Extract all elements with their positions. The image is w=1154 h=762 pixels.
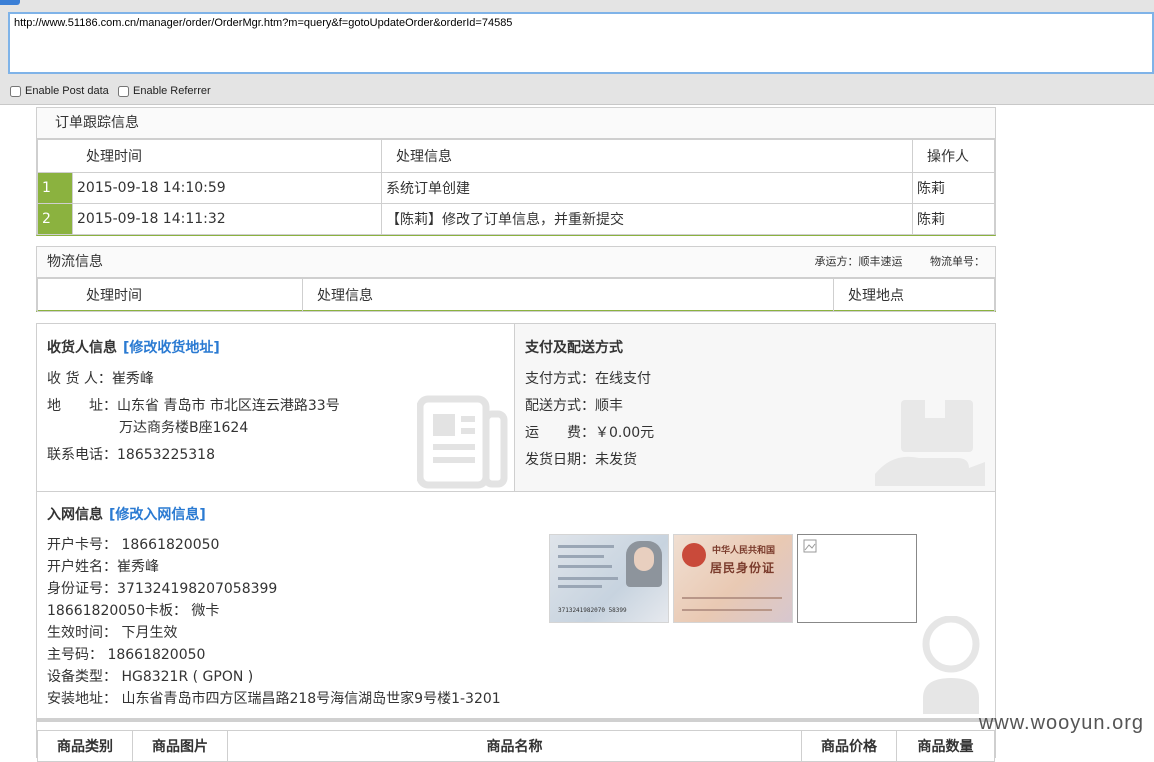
id-card-number: 3713241982070 58399 — [558, 607, 627, 614]
receiver-address-1: 山东省 青岛市 市北区连云港路33号 — [117, 398, 340, 414]
receiver-phone-label: 联系电话： — [47, 447, 117, 463]
logistics-carrier: 承运方：顺丰速运 — [814, 255, 903, 268]
enable-post-checkbox[interactable] — [10, 85, 21, 97]
edit-address-link[interactable]: [修改收货地址] — [123, 340, 220, 356]
goods-header-quantity: 商品数量 — [896, 730, 995, 762]
logistics-meta: 承运方：顺丰速运 物流单号： — [791, 247, 986, 277]
tracking-header-row: 处理时间 处理信息 操作人 — [36, 139, 995, 173]
url-input[interactable]: http://www.51186.com.cn/manager/order/Or… — [8, 12, 1154, 74]
tracking-table: 处理时间 处理信息 操作人 1 2015-09-18 14:10:59 系统订单… — [36, 139, 995, 235]
tracking-header-time: 处理时间 — [36, 139, 383, 173]
row-operator: 陈莉 — [912, 172, 995, 204]
logistics-header-place: 处理地点 — [833, 278, 995, 312]
broken-image-icon — [803, 539, 817, 553]
id-card-front-image[interactable]: 3713241982070 58399 — [549, 534, 669, 623]
network-line-device: 设备类型： HG8321R ( GPON ) — [47, 669, 254, 685]
browser-toolbar: http://www.51186.com.cn/manager/order/Or… — [0, 0, 1154, 105]
network-line-card: 开户卡号： 18661820050 — [47, 537, 220, 553]
payment-block: 支付及配送方式 支付方式：在线支付 配送方式：顺丰 运 费：￥0.00元 发货日… — [515, 324, 995, 491]
network-line-main-number: 主号码： 18661820050 — [47, 647, 206, 663]
goods-header-row: 商品类别 商品图片 商品名称 商品价格 商品数量 — [37, 730, 995, 762]
logistics-header-info: 处理信息 — [302, 278, 834, 312]
table-row: 1 2015-09-18 14:10:59 系统订单创建 陈莉 — [37, 172, 995, 204]
tracking-header-operator: 操作人 — [912, 139, 995, 173]
receiver-address-label: 地 址： — [47, 398, 117, 414]
receiver-payment-section: 收货人信息 [修改收货地址] 收 货 人：崔秀峰 地 址：山东省 青岛市 市北区连… — [36, 323, 996, 492]
goods-table: 商品类别 商品图片 商品名称 商品价格 商品数量 — [37, 730, 995, 762]
wooyun-watermark: www.wooyun.org — [978, 712, 1144, 734]
row-info: 【陈莉】修改了订单信息，并重新提交 — [381, 203, 914, 235]
receiver-address-2: 万达商务楼B座1624 — [119, 420, 249, 436]
person-watermark-icon — [922, 616, 980, 714]
edit-network-link[interactable]: [修改入网信息] — [109, 507, 206, 523]
tracking-header-info: 处理信息 — [381, 139, 914, 173]
network-title: 入网信息 — [47, 507, 103, 523]
logistics-title-bar: 物流信息 承运方：顺丰速运 物流单号： — [37, 247, 995, 278]
network-line-address: 安装地址： 山东省青岛市四方区瑞昌路218号海信湖岛世家9号楼1-3201 — [47, 691, 501, 707]
logistics-header-row: 处理时间 处理信息 处理地点 — [37, 278, 995, 312]
document-watermark-icon — [417, 395, 508, 489]
receiver-address-line: 地 址：山东省 青岛市 市北区连云港路33号 — [47, 395, 340, 415]
goods-header-image: 商品图片 — [132, 730, 228, 762]
network-line-cardboard: 18661820050卡板： 微卡 — [47, 603, 220, 619]
receiver-phone-line: 联系电话：18653225318 — [47, 444, 215, 464]
payment-method: 在线支付 — [595, 371, 651, 387]
network-line-effective: 生效时间： 下月生效 — [47, 625, 178, 641]
shipping-fee-line: 运 费：￥0.00元 — [525, 422, 654, 442]
row-number: 1 — [37, 172, 73, 204]
logistics-table: 处理时间 处理信息 处理地点 — [37, 278, 995, 312]
goods-header-name: 商品名称 — [227, 730, 802, 762]
national-emblem-icon — [682, 543, 706, 567]
network-heading: 入网信息 [修改入网信息] — [47, 504, 206, 524]
receiver-name-line: 收 货 人：崔秀峰 — [47, 368, 154, 388]
shipping-fee: ￥0.00元 — [595, 425, 655, 441]
row-number: 2 — [37, 203, 73, 235]
row-time: 2015-09-18 14:11:32 — [71, 203, 383, 235]
toolbar-corner-icon — [0, 0, 20, 5]
broken-image-placeholder[interactable] — [797, 534, 917, 623]
network-line-name: 开户姓名：崔秀峰 — [47, 559, 159, 575]
shipping-method-line: 配送方式：顺丰 — [525, 395, 623, 415]
tracking-panel: 订单跟踪信息 处理时间 处理信息 操作人 1 2015-09-18 14:10:… — [36, 107, 996, 236]
payment-method-line: 支付方式：在线支付 — [525, 368, 651, 388]
ship-date-line: 发货日期：未发货 — [525, 449, 637, 469]
enable-referrer-label: Enable Referrer — [133, 85, 211, 97]
goods-header-price: 商品价格 — [801, 730, 897, 762]
network-line-id: 身份证号：371324198207058399 — [47, 581, 278, 597]
shipping-fee-label: 运 费： — [525, 425, 595, 441]
enable-referrer-option[interactable]: Enable Referrer — [118, 85, 211, 97]
shipping-method: 顺丰 — [595, 398, 623, 414]
receiver-name: 崔秀峰 — [111, 371, 154, 387]
row-info: 系统订单创建 — [381, 172, 914, 204]
payment-method-label: 支付方式： — [525, 371, 595, 387]
receiver-heading: 收货人信息 [修改收货地址] — [47, 337, 220, 357]
goods-header-category: 商品类别 — [37, 730, 133, 762]
receiver-block: 收货人信息 [修改收货地址] 收 货 人：崔秀峰 地 址：山东省 青岛市 市北区连… — [37, 324, 515, 491]
id-card-back-image[interactable]: 中华人民共和国 居民身份证 — [673, 534, 793, 623]
goods-panel: 商品类别 商品图片 商品名称 商品价格 商品数量 — [36, 718, 996, 762]
payment-title: 支付及配送方式 — [525, 340, 623, 356]
ship-date-label: 发货日期： — [525, 452, 595, 468]
id-back-title: 中华人民共和国 — [712, 546, 776, 556]
ship-date: 未发货 — [595, 452, 637, 468]
logistics-title: 物流信息 — [47, 254, 103, 270]
receiver-phone: 18653225318 — [117, 447, 215, 463]
logistics-header-time: 处理时间 — [37, 278, 303, 312]
tracking-title: 订单跟踪信息 — [37, 108, 995, 139]
row-time: 2015-09-18 14:10:59 — [71, 172, 383, 204]
enable-referrer-checkbox[interactable] — [118, 85, 129, 97]
shipping-method-label: 配送方式： — [525, 398, 595, 414]
receiver-title: 收货人信息 — [47, 340, 117, 356]
logistics-tracking-number: 物流单号： — [930, 255, 985, 268]
enable-post-option[interactable]: Enable Post data — [10, 85, 109, 97]
row-operator: 陈莉 — [912, 203, 995, 235]
logistics-panel: 物流信息 承运方：顺丰速运 物流单号： 处理时间 处理信息 处理地点 — [36, 246, 996, 312]
id-back-subtitle: 居民身份证 — [710, 561, 776, 575]
enable-post-label: Enable Post data — [25, 85, 109, 97]
box-hand-watermark-icon — [875, 400, 985, 486]
receiver-name-label: 收 货 人： — [47, 371, 112, 387]
table-row: 2 2015-09-18 14:11:32 【陈莉】修改了订单信息，并重新提交 … — [37, 203, 995, 235]
